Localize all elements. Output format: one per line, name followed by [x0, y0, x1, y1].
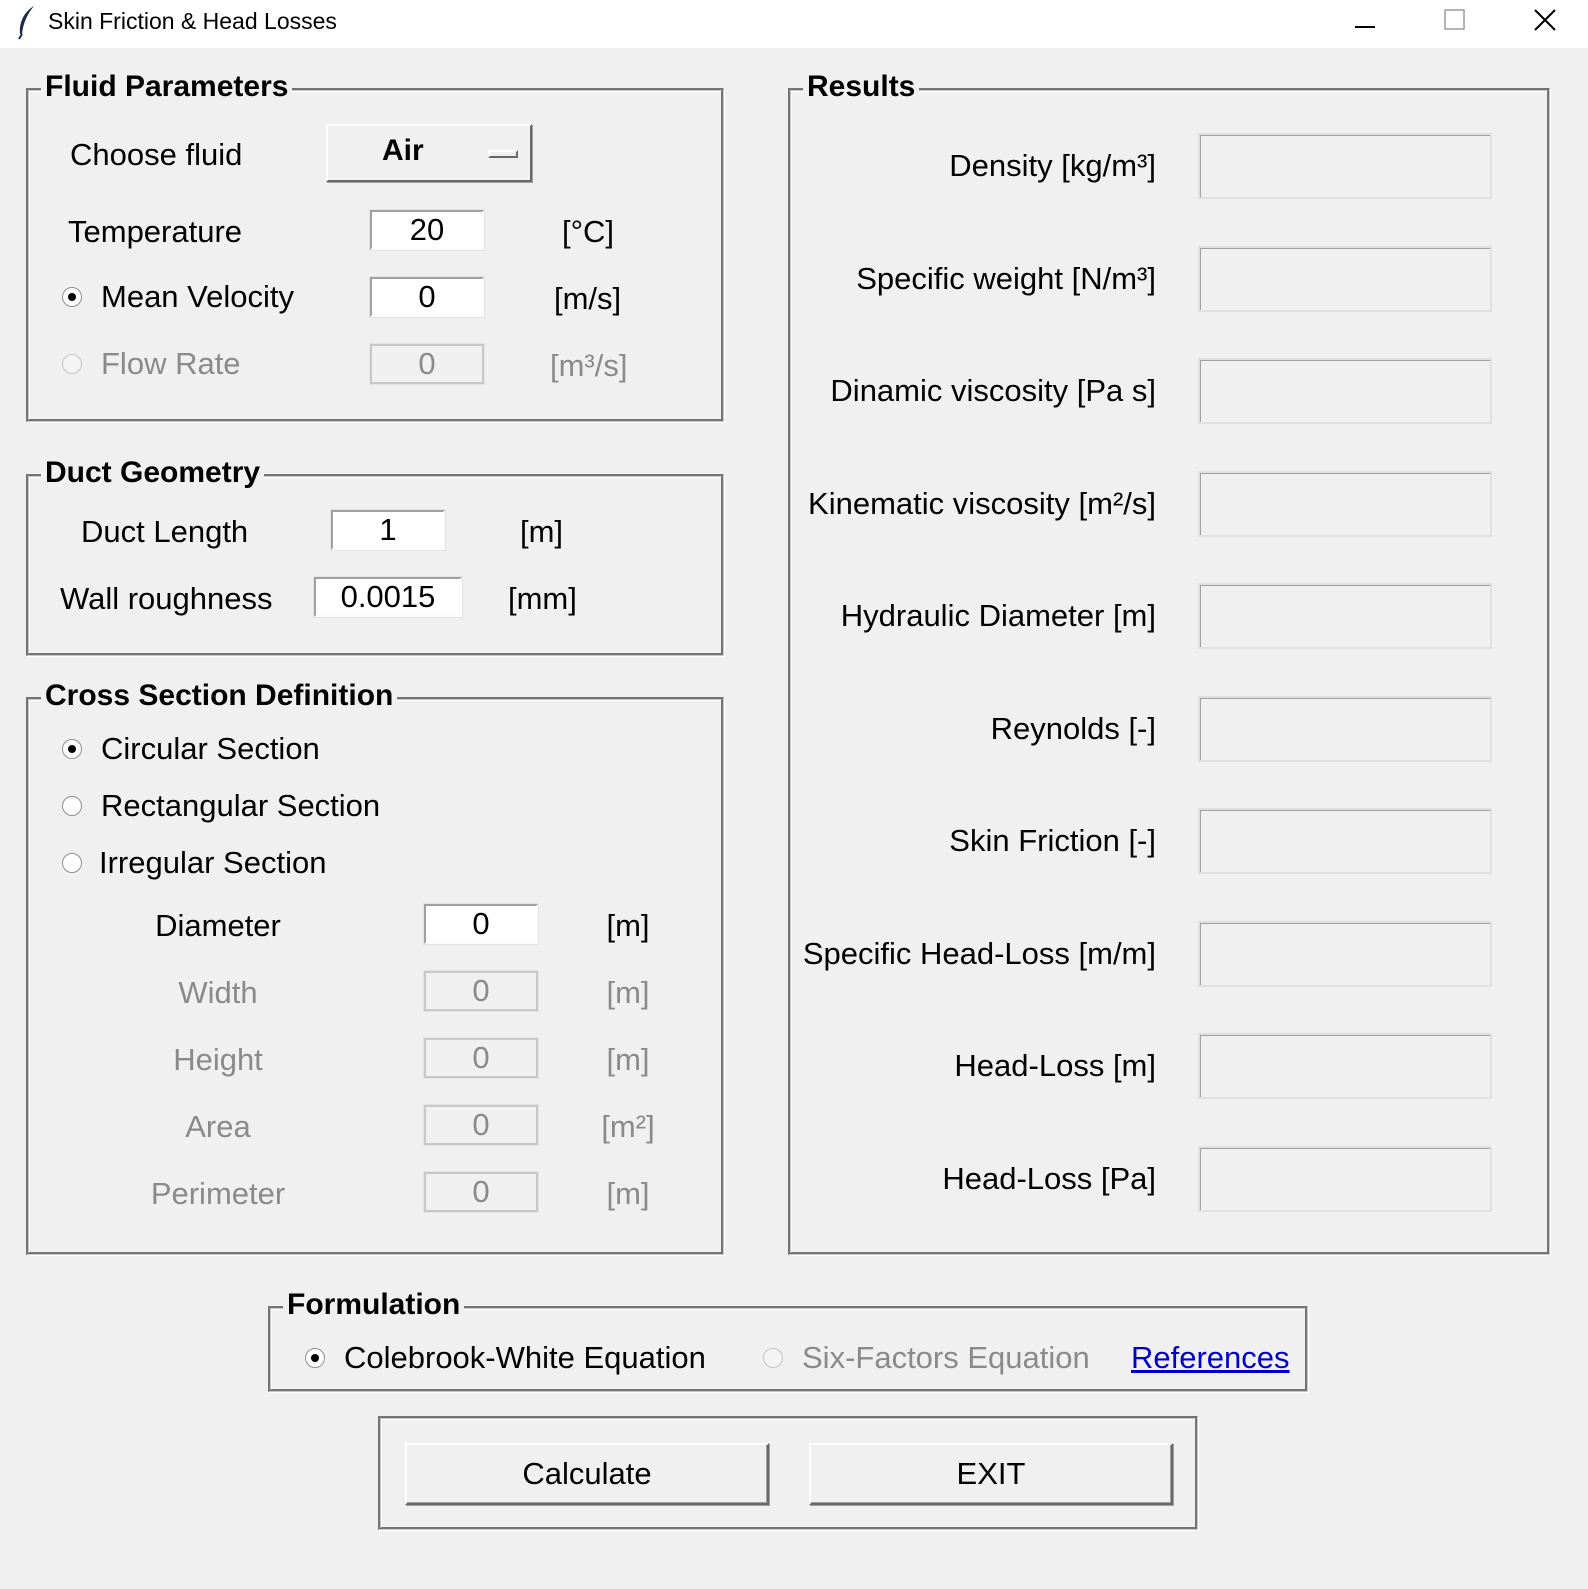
cross-section-title: Cross Section Definition: [41, 678, 398, 714]
result-output-field[interactable]: [1198, 1033, 1492, 1099]
perimeter-label: Perimeter: [150, 1176, 286, 1211]
fluid-select[interactable]: Air: [326, 124, 532, 182]
six-factors-radio[interactable]: [763, 1348, 783, 1368]
flow-rate-unit: [m³/s]: [550, 348, 628, 383]
irregular-section-label[interactable]: Irregular Section: [99, 844, 326, 882]
width-unit: [m]: [606, 975, 650, 1010]
fluid-parameters-title: Fluid Parameters: [41, 69, 293, 105]
result-label: Head-Loss [Pa]: [942, 1161, 1156, 1196]
circular-section-radio[interactable]: [62, 739, 82, 759]
references-link[interactable]: References: [1131, 1339, 1290, 1377]
close-icon: [1534, 9, 1556, 31]
mean-velocity-radio[interactable]: [62, 287, 82, 307]
six-factors-label[interactable]: Six-Factors Equation: [802, 1339, 1090, 1377]
result-output-field[interactable]: [1198, 696, 1492, 762]
result-label: Head-Loss [m]: [954, 1048, 1156, 1083]
results-title: Results: [803, 69, 920, 105]
flow-rate-radio[interactable]: [62, 354, 82, 374]
title-bar: Skin Friction & Head Losses: [0, 0, 1588, 48]
height-label: Height: [173, 1042, 263, 1077]
result-label: Dinamic viscosity [Pa s]: [830, 373, 1156, 408]
result-label: Density [kg/m³]: [949, 148, 1156, 183]
rectangular-section-label[interactable]: Rectangular Section: [101, 787, 380, 825]
feather-icon: [18, 6, 34, 40]
duct-length-input[interactable]: 1: [330, 509, 446, 551]
diameter-unit: [m]: [606, 908, 650, 943]
minimize-button[interactable]: [1320, 0, 1410, 40]
result-output-field[interactable]: [1198, 133, 1492, 199]
duct-length-unit: [m]: [520, 514, 564, 549]
result-output-field[interactable]: [1198, 921, 1492, 987]
temperature-label: Temperature: [68, 214, 243, 249]
window-title: Skin Friction & Head Losses: [48, 8, 337, 34]
flow-rate-input[interactable]: 0: [369, 343, 485, 385]
flow-rate-label[interactable]: Flow Rate: [101, 345, 241, 383]
result-output-field[interactable]: [1198, 246, 1492, 312]
diameter-label: Diameter: [155, 908, 281, 943]
result-output-field[interactable]: [1198, 1146, 1492, 1212]
result-output-field[interactable]: [1198, 808, 1492, 874]
duct-geometry-title: Duct Geometry: [41, 455, 265, 491]
result-label: Skin Friction [-]: [949, 823, 1156, 858]
result-output-field[interactable]: [1198, 471, 1492, 537]
height-input[interactable]: 0: [423, 1037, 539, 1079]
fluid-select-value: Air: [382, 134, 424, 167]
duct-length-label: Duct Length: [81, 514, 249, 549]
result-output-field[interactable]: [1198, 583, 1492, 649]
diameter-input[interactable]: 0: [423, 903, 539, 945]
wall-roughness-input[interactable]: 0.0015: [313, 576, 463, 618]
height-unit: [m]: [606, 1042, 650, 1077]
formulation-title: Formulation: [283, 1287, 465, 1323]
maximize-icon: [1444, 9, 1465, 30]
colebrook-label[interactable]: Colebrook-White Equation: [344, 1339, 706, 1377]
option-menu-indicator-icon: [488, 150, 518, 158]
choose-fluid-label: Choose fluid: [70, 137, 243, 172]
area-unit: [m²]: [601, 1109, 655, 1144]
colebrook-radio[interactable]: [305, 1348, 325, 1368]
mean-velocity-label[interactable]: Mean Velocity: [101, 278, 294, 316]
mean-velocity-unit: [m/s]: [554, 281, 622, 316]
result-label: Reynolds [-]: [990, 711, 1156, 746]
perimeter-unit: [m]: [606, 1176, 650, 1211]
temperature-input[interactable]: 20: [369, 209, 485, 251]
mean-velocity-input[interactable]: 0: [369, 276, 485, 318]
perimeter-input[interactable]: 0: [423, 1171, 539, 1213]
area-input[interactable]: 0: [423, 1104, 539, 1146]
duct-geometry-group: Duct Geometry: [26, 455, 724, 656]
close-button[interactable]: [1500, 0, 1588, 40]
wall-roughness-unit: [mm]: [508, 581, 577, 616]
circular-section-label[interactable]: Circular Section: [101, 730, 320, 768]
result-label: Specific Head-Loss [m/m]: [802, 936, 1156, 971]
result-output-field[interactable]: [1198, 358, 1492, 424]
calculate-button[interactable]: Calculate: [405, 1443, 769, 1505]
result-label: Kinematic viscosity [m²/s]: [808, 486, 1156, 521]
area-label: Area: [185, 1109, 251, 1144]
width-label: Width: [178, 975, 258, 1010]
irregular-section-radio[interactable]: [62, 853, 82, 873]
rectangular-section-radio[interactable]: [62, 796, 82, 816]
minimize-icon: [1355, 26, 1375, 28]
result-label: Hydraulic Diameter [m]: [840, 598, 1156, 633]
width-input[interactable]: 0: [423, 970, 539, 1012]
maximize-button[interactable]: [1410, 0, 1500, 40]
temperature-unit: [°C]: [562, 214, 615, 249]
result-label: Specific weight [N/m³]: [856, 261, 1156, 296]
exit-button[interactable]: EXIT: [809, 1443, 1173, 1505]
wall-roughness-label: Wall roughness: [60, 581, 273, 616]
